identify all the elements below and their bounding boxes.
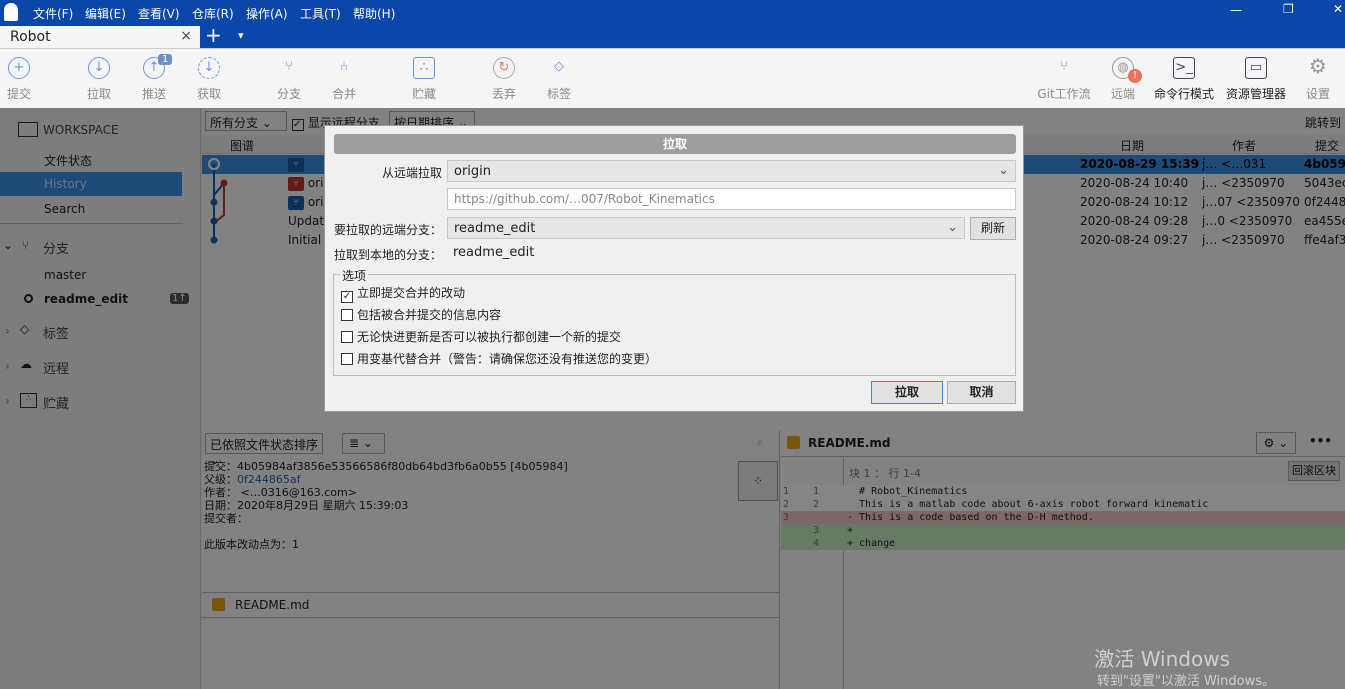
tag-icon: ◇ [554, 59, 564, 74]
git-flow-button[interactable]: ⑂ Git工作流 [1034, 57, 1094, 102]
settings-button[interactable]: ⚙ 设置 [1288, 54, 1345, 102]
remote-branch-value: readme_edit [454, 221, 536, 236]
terminal-icon: >_ [1173, 57, 1195, 79]
option-checkbox[interactable]: 无论快进更新是否可以被执行都创建一个新的提交 [341, 328, 621, 345]
pull-button[interactable]: ↓ 拉取 [69, 57, 129, 102]
push-label: 推送 [141, 87, 166, 101]
branch-label: 分支 [276, 87, 301, 101]
fetch-icon: ↓ [198, 57, 220, 79]
stash-label: 贮藏 [411, 87, 436, 101]
git-flow-icon: ⑂ [1060, 59, 1068, 74]
pull-dialog: 拉取 从远端拉取 origin ⌄ https://github.com/…007… [324, 125, 1024, 412]
remote-url-field: https://github.com/…007/Robot_Kinematics [447, 188, 1016, 210]
dialog-title: 拉取 [334, 134, 1016, 154]
windows-activation-watermark: 激活 Windows [1094, 647, 1230, 671]
checkbox-icon[interactable] [341, 331, 353, 343]
chevron-down-icon: ⌄ [947, 220, 958, 235]
tab-title: Robot [10, 29, 51, 45]
chevron-down-icon: ⌄ [998, 163, 1009, 178]
warning-icon: ! [1128, 69, 1142, 83]
merge-icon: ⑃ [340, 59, 348, 74]
menu-actions[interactable]: 操作(A) [246, 5, 288, 22]
menu-help[interactable]: 帮助(H) [353, 5, 395, 22]
close-window-button[interactable]: ✕ [1333, 2, 1343, 16]
checkbox-icon[interactable] [341, 353, 353, 365]
arrow-down-circle-icon: ↓ [88, 57, 110, 79]
stash-icon: ∴ [413, 57, 435, 79]
app-logo [4, 3, 18, 21]
option-label: 立即提交合并的改动 [357, 286, 466, 300]
push-count-badge: 1 [158, 54, 173, 65]
plus-circle-icon: + [8, 57, 30, 79]
option-label: 用变基代替合并（警告：请确保您还没有推送您的变更） [357, 352, 658, 366]
remote-branch-select[interactable]: readme_edit ⌄ [447, 217, 965, 239]
local-branch-value: readme_edit [453, 245, 535, 260]
discard-icon: ↻ [493, 57, 515, 79]
commit-label: 提交 [6, 87, 31, 101]
gear-icon: ⚙ [1309, 54, 1327, 78]
fetch-label: 获取 [196, 87, 221, 101]
maximize-button[interactable]: ❐ [1283, 2, 1294, 16]
checkbox-icon[interactable]: ✓ [341, 291, 353, 303]
remote-label: 远端 [1110, 87, 1135, 101]
fetch-button[interactable]: ↓ 获取 [179, 57, 239, 102]
option-label: 无论快进更新是否可以被执行都创建一个新的提交 [357, 330, 622, 344]
branch-button[interactable]: ⑂ 分支 [259, 57, 319, 102]
toolbar: + 提交 ↓ 拉取 ↑ 1 推送 ↓ 获取 ⑂ 分支 ⑃ 合并 ∴ 贮藏 ↻ 丢弃 ◇ 标签 ⑂ Gi… [0, 48, 1345, 108]
explorer-button[interactable]: ▭ 资源管理器 [1220, 57, 1292, 102]
close-tab-icon[interactable]: × [180, 28, 192, 44]
menu-tools[interactable]: 工具(T) [300, 5, 341, 22]
settings-label: 设置 [1305, 87, 1330, 101]
option-checkbox[interactable]: 包括被合并提交的信息内容 [341, 306, 501, 323]
git-flow-label: Git工作流 [1037, 87, 1091, 101]
option-checkbox[interactable]: 用变基代替合并（警告：请确保您还没有推送您的变更） [341, 350, 657, 367]
menu-repo[interactable]: 仓库(R) [192, 5, 234, 22]
discard-label: 丢弃 [491, 87, 516, 101]
menu-view[interactable]: 查看(V) [138, 5, 180, 22]
tag-button[interactable]: ◇ 标签 [529, 57, 589, 102]
windows-activation-hint: 转到"设置"以激活 Windows。 [1096, 674, 1275, 689]
terminal-button[interactable]: >_ 命令行模式 [1148, 57, 1220, 102]
merge-label: 合并 [331, 87, 356, 101]
remote-label: 从远端拉取 [381, 166, 442, 180]
menu-bar: 文件(F) 编辑(E) 查看(V) 仓库(R) 操作(A) 工具(T) 帮助(H… [0, 0, 1345, 26]
cancel-button[interactable]: 取消 [947, 381, 1016, 404]
menu-edit[interactable]: 编辑(E) [85, 5, 126, 22]
checkbox-icon[interactable] [341, 309, 353, 321]
options-label: 选项 [340, 267, 369, 284]
tab-bar: Robot × + ▾ [0, 23, 1345, 48]
tab-robot[interactable]: Robot × [0, 26, 200, 48]
discard-button[interactable]: ↻ 丢弃 [474, 57, 534, 102]
remote-value: origin [454, 164, 492, 179]
remote-button[interactable]: ◍! 远端 [1093, 57, 1153, 102]
branch-icon: ⑂ [285, 59, 293, 74]
menu-file[interactable]: 文件(F) [33, 5, 73, 22]
option-label: 包括被合并提交的信息内容 [357, 308, 502, 322]
explorer-label: 资源管理器 [1225, 87, 1286, 101]
terminal-label: 命令行模式 [1153, 87, 1214, 101]
tab-dropdown-button[interactable]: ▾ [238, 29, 244, 42]
remote-select[interactable]: origin ⌄ [447, 160, 1016, 182]
merge-button[interactable]: ⑃ 合并 [314, 57, 374, 102]
commit-button[interactable]: + 提交 [0, 57, 49, 102]
option-checkbox[interactable]: ✓ 立即提交合并的改动 [341, 284, 465, 303]
minimize-button[interactable]: — [1230, 3, 1242, 17]
folder-icon: ▭ [1245, 57, 1267, 79]
pull-label: 拉取 [86, 87, 111, 101]
refresh-button[interactable]: 刷新 [970, 217, 1016, 240]
new-tab-button[interactable]: + [205, 23, 222, 47]
push-button[interactable]: ↑ 1 推送 [124, 54, 184, 102]
stash-button[interactable]: ∴ 贮藏 [394, 57, 454, 102]
remote-branch-label: 要拉取的远端分支： [333, 223, 442, 237]
local-branch-label: 拉取到本地的分支： [333, 248, 442, 262]
pull-ok-button[interactable]: 拉取 [871, 381, 943, 404]
tag-label: 标签 [546, 87, 571, 101]
